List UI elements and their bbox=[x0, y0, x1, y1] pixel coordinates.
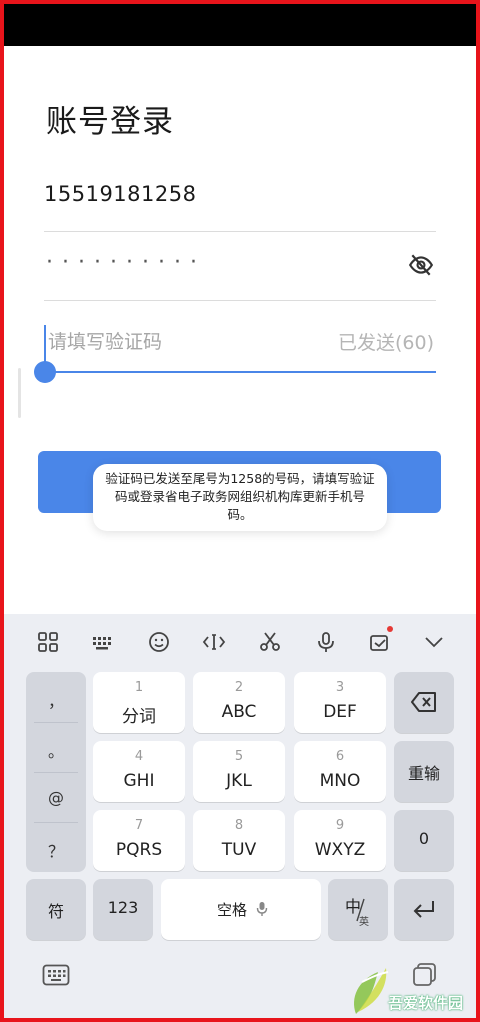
reenter-key[interactable]: 重输 bbox=[394, 741, 454, 802]
number-mode-key[interactable]: 123 bbox=[93, 879, 153, 940]
key-number: 6 bbox=[335, 749, 345, 764]
enter-key[interactable] bbox=[394, 879, 454, 940]
key-label: TUV bbox=[221, 840, 257, 860]
language-switch-key[interactable]: 中 英 bbox=[328, 879, 388, 940]
key-label: WXYZ bbox=[314, 840, 366, 860]
keyboard-layout-icon[interactable] bbox=[91, 630, 115, 654]
zero-key[interactable]: 0 bbox=[394, 810, 454, 871]
key-number: 1 bbox=[134, 680, 144, 695]
enter-icon bbox=[413, 901, 434, 918]
key-7[interactable]: 7 PQRS bbox=[93, 810, 185, 871]
key-1[interactable]: 1 分词 bbox=[93, 672, 185, 733]
symbol-column[interactable]: ， 。 @ ？ bbox=[26, 672, 86, 872]
resend-countdown: 已发送(60) bbox=[337, 332, 434, 354]
slash-divider bbox=[356, 898, 365, 922]
key-5[interactable]: 5 JKL bbox=[193, 741, 285, 802]
clipboard-icon[interactable] bbox=[368, 630, 392, 654]
eye-off-icon[interactable] bbox=[408, 252, 434, 278]
key-number: 5 bbox=[234, 749, 244, 764]
key-number: 8 bbox=[234, 818, 244, 833]
backspace-icon bbox=[411, 692, 436, 712]
key-label: 123 bbox=[107, 898, 139, 917]
key-number: 7 bbox=[134, 818, 144, 833]
key-2[interactable]: 2 ABC bbox=[193, 672, 285, 733]
symbol-separator bbox=[34, 772, 78, 773]
key-label: 分词 bbox=[122, 707, 156, 727]
key-label: GHI bbox=[123, 771, 155, 791]
symbol-question-key[interactable]: ？ bbox=[26, 838, 86, 862]
microphone-icon[interactable] bbox=[314, 630, 338, 654]
key-number: 2 bbox=[234, 680, 244, 695]
password-value: ·········· bbox=[46, 250, 206, 275]
key-label: MNO bbox=[319, 771, 361, 791]
code-input[interactable]: 请填写验证码 bbox=[48, 327, 162, 354]
symbol-comma-key[interactable]: ， bbox=[26, 688, 86, 712]
symbol-period-key[interactable]: 。 bbox=[26, 738, 86, 762]
key-number: 9 bbox=[335, 818, 345, 833]
grid-menu-icon[interactable] bbox=[36, 630, 60, 654]
cursor-handle[interactable] bbox=[34, 361, 56, 383]
toast-message: 验证码已发送至尾号为1258的号码，请填写验证码或登录省电子政务网组织机构库更新… bbox=[93, 464, 387, 531]
password-field[interactable]: ·········· bbox=[44, 232, 436, 301]
cursor-move-icon[interactable] bbox=[202, 630, 226, 654]
page-title: 账号登录 bbox=[46, 104, 174, 140]
symbol-mode-key[interactable]: 符 bbox=[26, 879, 86, 940]
key-label: JKL bbox=[226, 771, 252, 791]
toast-text: 验证码已发送至尾号为1258的号码，请填写验证码或登录省电子政务网组织机构库更新… bbox=[105, 471, 375, 522]
symbol-separator bbox=[34, 722, 78, 723]
phone-value: 15519181258 bbox=[44, 182, 197, 206]
space-key[interactable]: 空格 bbox=[161, 879, 321, 940]
notification-dot bbox=[387, 626, 393, 632]
phone-field[interactable]: 15519181258 bbox=[44, 170, 436, 232]
verification-code-field[interactable]: 请填写验证码 已发送(60) bbox=[34, 301, 436, 383]
scroll-indicator bbox=[18, 368, 21, 418]
watermark-text: 吾爱软件园 bbox=[388, 994, 464, 1012]
chevron-down-icon[interactable] bbox=[422, 630, 446, 654]
key-label: 符 bbox=[47, 902, 64, 921]
key-label: DEF bbox=[323, 702, 357, 722]
scissors-icon[interactable] bbox=[258, 630, 282, 654]
status-bar bbox=[4, 4, 476, 46]
key-number: 4 bbox=[134, 749, 144, 764]
symbol-at-key[interactable]: @ bbox=[26, 788, 86, 807]
key-3[interactable]: 3 DEF bbox=[294, 672, 386, 733]
key-label: 空格 bbox=[216, 901, 247, 919]
keyboard-toolbar bbox=[4, 614, 476, 670]
key-6[interactable]: 6 MNO bbox=[294, 741, 386, 802]
emoji-icon[interactable] bbox=[147, 630, 171, 654]
watermark: 吾爱软件园 bbox=[346, 958, 478, 1020]
symbol-separator bbox=[34, 822, 78, 823]
key-8[interactable]: 8 TUV bbox=[193, 810, 285, 871]
key-label: 重输 bbox=[407, 764, 440, 783]
keyboard-switch-icon[interactable] bbox=[42, 964, 70, 986]
key-number: 3 bbox=[335, 680, 345, 695]
backspace-key[interactable] bbox=[394, 672, 454, 733]
microphone-icon bbox=[256, 902, 268, 916]
key-label: PQRS bbox=[115, 840, 163, 860]
key-label: 0 bbox=[418, 829, 430, 848]
key-4[interactable]: 4 GHI bbox=[93, 741, 185, 802]
key-9[interactable]: 9 WXYZ bbox=[294, 810, 386, 871]
key-label: ABC bbox=[221, 702, 257, 722]
